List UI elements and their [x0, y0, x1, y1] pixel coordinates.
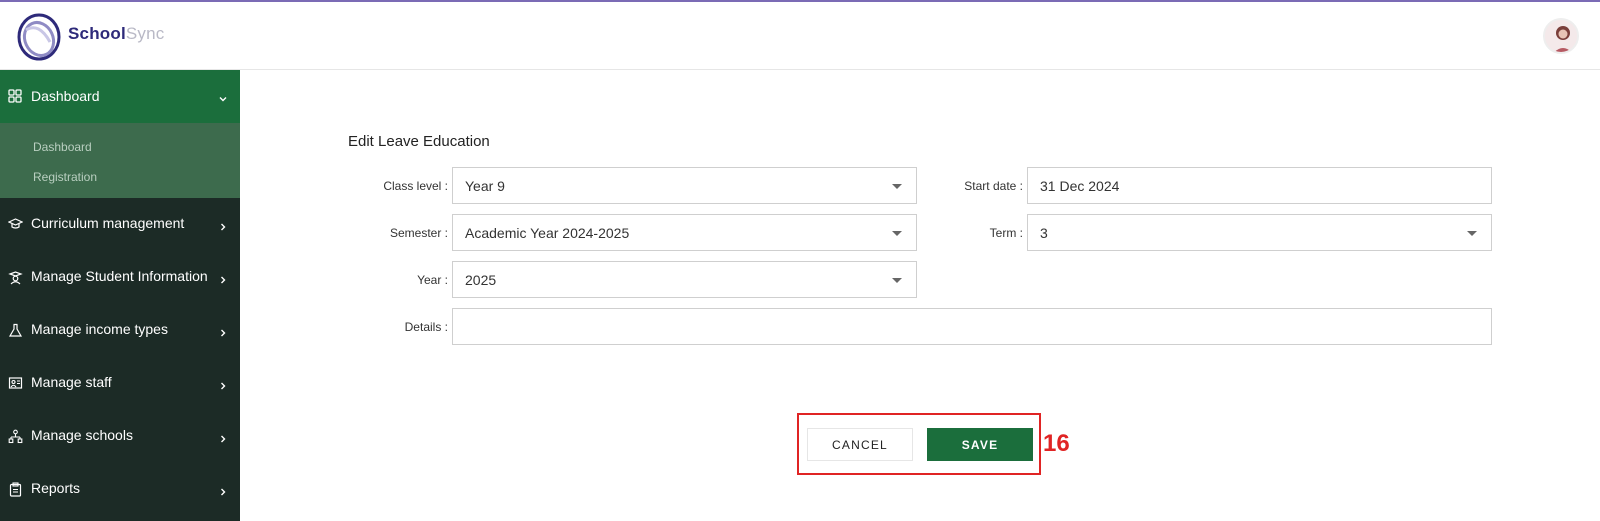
app-header: SchoolSync — [0, 2, 1600, 70]
chevron-right-icon — [218, 431, 228, 443]
class-level-select[interactable]: Year 9 — [452, 167, 917, 204]
sidebar: Dashboard Dashboard Registration Curricu… — [0, 70, 240, 521]
page-title: Edit Leave Education — [348, 133, 490, 150]
chevron-right-icon — [218, 272, 228, 284]
sidebar-item-manage-income-types[interactable]: Manage income types — [0, 304, 240, 357]
schoolsync-logo-icon[interactable] — [14, 12, 64, 62]
brand-name[interactable]: SchoolSync — [68, 24, 164, 44]
flask-icon — [7, 322, 23, 338]
chevron-right-icon — [218, 484, 228, 496]
brand-part-school: School — [68, 24, 126, 43]
staff-board-icon — [7, 375, 23, 391]
sidebar-item-label: Curriculum management — [31, 215, 185, 231]
start-date-field[interactable]: 31 Dec 2024 — [1027, 167, 1492, 204]
user-avatar-icon[interactable] — [1543, 18, 1579, 54]
dropdown-caret-icon — [892, 231, 902, 236]
dropdown-caret-icon — [1467, 231, 1477, 236]
sidebar-item-label: Manage Student Information — [31, 268, 208, 284]
school-network-icon — [7, 428, 23, 444]
sidebar-item-curriculum-management[interactable]: Curriculum management — [0, 198, 240, 251]
dropdown-caret-icon — [892, 278, 902, 283]
dropdown-caret-icon — [892, 184, 902, 189]
start-date-value: 31 Dec 2024 — [1040, 177, 1120, 194]
semester-label: Semester : — [389, 226, 448, 240]
term-select[interactable]: 3 — [1027, 214, 1492, 251]
chevron-down-icon — [218, 91, 228, 102]
save-button[interactable]: SAVE — [927, 428, 1033, 461]
clipboard-icon — [7, 481, 23, 497]
sidebar-item-manage-student-information[interactable]: Manage Student Information — [0, 251, 240, 304]
submenu-item-registration[interactable]: Registration — [33, 170, 97, 184]
semester-select[interactable]: Academic Year 2024-2025 — [452, 214, 917, 251]
sidebar-item-label: Manage staff — [31, 374, 112, 390]
term-label: Term : — [989, 226, 1023, 240]
submenu-item-dashboard[interactable]: Dashboard — [33, 140, 92, 154]
class-level-label: Class level : — [383, 179, 448, 193]
term-value: 3 — [1040, 224, 1048, 241]
chevron-right-icon — [218, 325, 228, 337]
sidebar-item-manage-staff[interactable]: Manage staff — [0, 357, 240, 410]
grid-icon — [7, 88, 23, 104]
sidebar-item-dashboard[interactable]: Dashboard — [0, 70, 240, 123]
sidebar-item-reports[interactable]: Reports — [0, 463, 240, 516]
year-value: 2025 — [465, 271, 497, 288]
sidebar-item-label: Dashboard — [31, 88, 100, 104]
details-label: Details : — [404, 320, 448, 334]
chevron-right-icon — [218, 378, 228, 390]
sidebar-item-label: Reports — [31, 480, 81, 496]
year-label: Year : — [417, 273, 448, 287]
details-input[interactable] — [452, 308, 1492, 345]
chevron-right-icon — [218, 219, 228, 231]
semester-value: Academic Year 2024-2025 — [465, 224, 630, 241]
cancel-button[interactable]: CANCEL — [807, 428, 913, 461]
start-date-label: Start date : — [964, 179, 1023, 193]
brand-part-sync: Sync — [125, 24, 165, 43]
year-select[interactable]: 2025 — [452, 261, 917, 298]
sidebar-item-label: Manage income types — [31, 321, 168, 337]
sidebar-item-label: Manage schools — [31, 427, 133, 443]
class-level-value: Year 9 — [465, 177, 505, 194]
student-icon — [7, 269, 23, 285]
sidebar-item-manage-schools[interactable]: Manage schools — [0, 410, 240, 463]
dashboard-submenu: Dashboard Registration — [0, 123, 240, 198]
annotation-marker: 16 — [1043, 430, 1070, 457]
graduation-cap-icon — [7, 216, 23, 232]
